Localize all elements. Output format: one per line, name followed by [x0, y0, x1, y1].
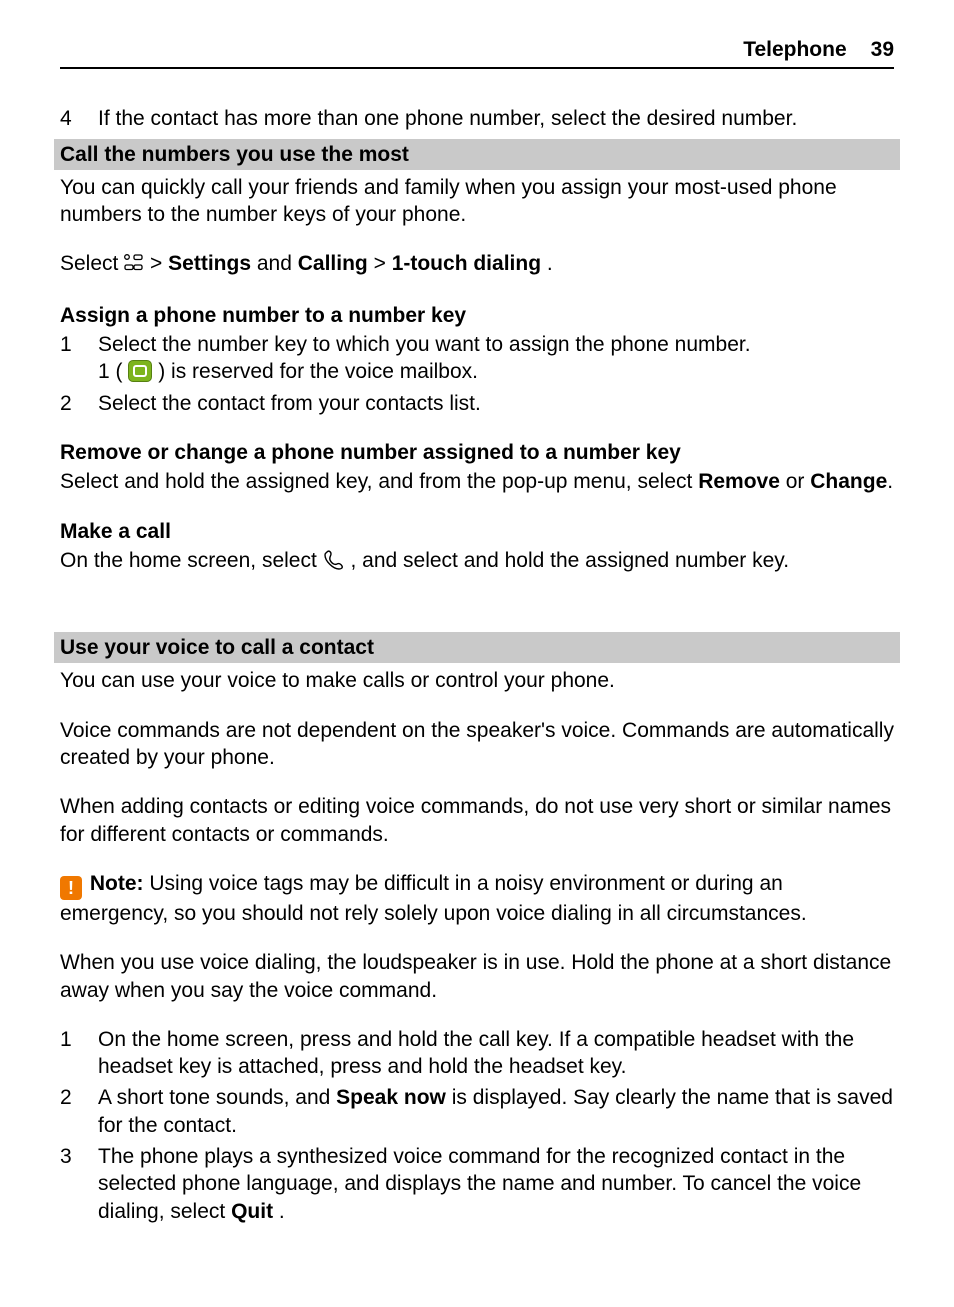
text: and	[257, 252, 298, 275]
bold-text: Quit	[231, 1200, 273, 1223]
note-text: Using voice tags may be difficult in a n…	[60, 872, 807, 925]
continued-step: 4 If the contact has more than one phone…	[60, 105, 894, 132]
text: Select and hold the assigned key, and fr…	[60, 470, 698, 493]
text: >	[374, 252, 392, 275]
note-block: ! Note: Using voice tags may be difficul…	[60, 870, 894, 927]
step-text: Select the contact from your contacts li…	[98, 390, 894, 417]
list-item: 3 The phone plays a synthesized voice co…	[60, 1143, 894, 1225]
text: Select the number key to which you want …	[98, 333, 751, 356]
paragraph: When you use voice dialing, the loudspea…	[60, 949, 894, 1004]
text: .	[547, 252, 553, 275]
paragraph: Voice commands are not dependent on the …	[60, 717, 894, 772]
spacer	[60, 600, 894, 626]
step-number: 1	[60, 1026, 98, 1053]
menu-settings: Settings	[168, 252, 251, 275]
call-icon	[323, 549, 345, 578]
step-number: 3	[60, 1143, 98, 1170]
section-heading-favorites: Call the numbers you use the most	[54, 139, 900, 170]
paragraph: Select and hold the assigned key, and fr…	[60, 468, 894, 495]
menu-one-touch: 1-touch dialing	[392, 252, 541, 275]
list-item: 1 On the home screen, press and hold the…	[60, 1026, 894, 1081]
subheading-remove: Remove or change a phone number assigned…	[60, 439, 894, 466]
step-body: The phone plays a synthesized voice comm…	[98, 1143, 894, 1225]
header-page-number: 39	[871, 36, 894, 63]
step-number: 2	[60, 1084, 98, 1111]
step-number: 1	[60, 331, 98, 358]
paragraph: On the home screen, select , and select …	[60, 547, 894, 578]
list-item: 4 If the contact has more than one phone…	[60, 105, 894, 132]
subheading-make-call: Make a call	[60, 518, 894, 545]
text: A short tone sounds, and	[98, 1086, 336, 1109]
text: >	[150, 252, 168, 275]
assign-steps: 1 Select the number key to which you wan…	[60, 331, 894, 417]
section-heading-voice: Use your voice to call a contact	[54, 632, 900, 663]
subheading-assign: Assign a phone number to a number key	[60, 302, 894, 329]
step-body: A short tone sounds, and Speak now is di…	[98, 1084, 894, 1139]
step-body: Select the number key to which you want …	[98, 331, 894, 386]
header-title: Telephone	[743, 36, 846, 63]
step-text: On the home screen, press and hold the c…	[98, 1026, 894, 1081]
paragraph: You can quickly call your friends and fa…	[60, 174, 894, 229]
step-number: 4	[60, 105, 98, 132]
paragraph: You can use your voice to make calls or …	[60, 667, 894, 694]
text: .	[887, 470, 893, 493]
text: ) is reserved for the voice mailbox.	[158, 360, 478, 383]
step-number: 2	[60, 390, 98, 417]
voicemail-icon	[128, 360, 152, 382]
menu-change: Change	[810, 470, 887, 493]
text: On the home screen, select	[60, 549, 323, 572]
menu-remove: Remove	[698, 470, 780, 493]
step-text: If the contact has more than one phone n…	[98, 105, 894, 132]
select-path: Select > Settings and Calling > 1-touch …	[60, 250, 894, 279]
page-header: Telephone 39	[60, 36, 894, 69]
menu-calling: Calling	[298, 252, 368, 275]
note-label: Note:	[90, 872, 144, 895]
text: The phone plays a synthesized voice comm…	[98, 1145, 861, 1223]
page: Telephone 39 4 If the contact has more t…	[0, 0, 954, 1307]
paragraph: When adding contacts or editing voice co…	[60, 793, 894, 848]
text: Select	[60, 252, 124, 275]
warning-icon: !	[60, 876, 82, 900]
text: 1 (	[98, 360, 123, 383]
bold-text: Speak now	[336, 1086, 446, 1109]
list-item: 2 A short tone sounds, and Speak now is …	[60, 1084, 894, 1139]
menu-icon	[124, 252, 144, 279]
text: , and select and hold the assigned numbe…	[350, 549, 789, 572]
list-item: 2 Select the contact from your contacts …	[60, 390, 894, 417]
list-item: 1 Select the number key to which you wan…	[60, 331, 894, 386]
voice-steps: 1 On the home screen, press and hold the…	[60, 1026, 894, 1225]
text: .	[279, 1200, 285, 1223]
text: or	[786, 470, 811, 493]
